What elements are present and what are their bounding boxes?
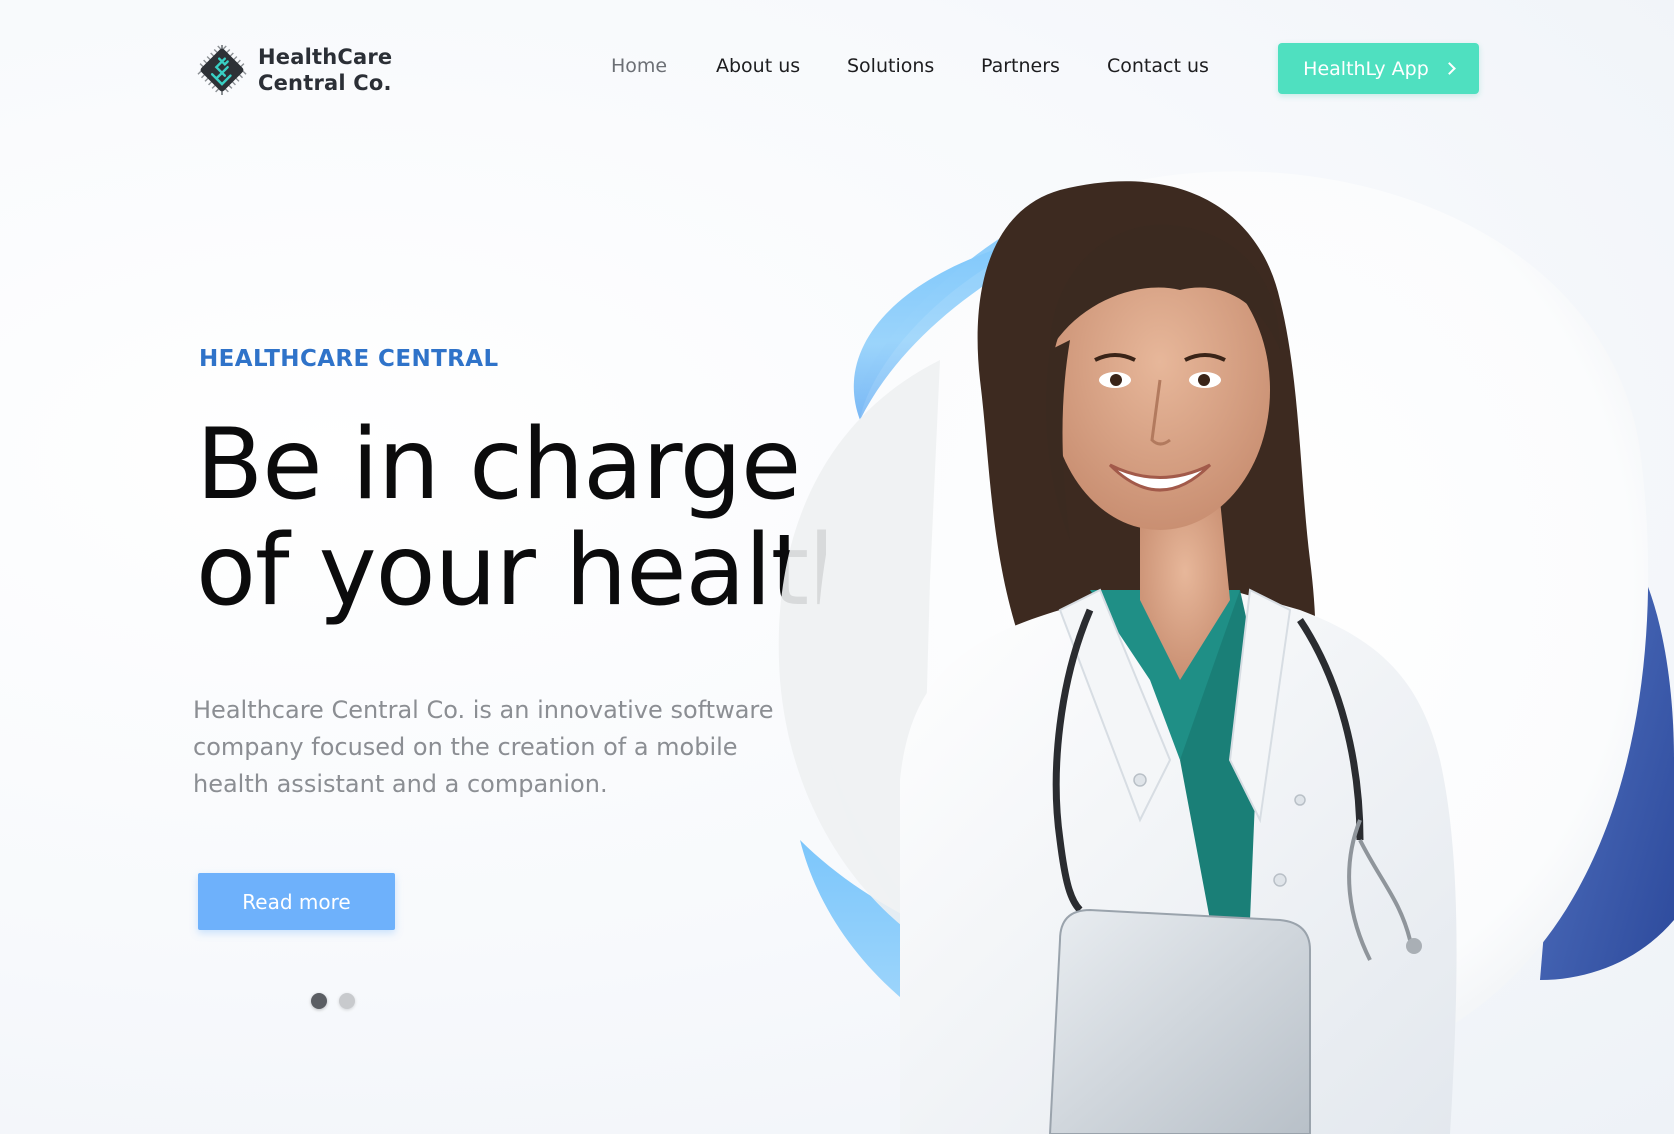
circuit-chip-logo-icon	[194, 42, 250, 98]
nav-item-solutions[interactable]: Solutions	[847, 55, 934, 77]
hero-eyebrow: HEALTHCARE CENTRAL	[199, 346, 499, 372]
brand-logo[interactable]: HealthCare Central Co.	[194, 42, 392, 98]
nav-item-home[interactable]: Home	[611, 55, 667, 77]
landing-page: HealthCare Central Co. Home About us Sol…	[0, 0, 1674, 1134]
brand-name: HealthCare Central Co.	[258, 44, 392, 96]
healthly-app-button[interactable]: HealthLy App	[1278, 43, 1479, 94]
chevron-right-icon	[1442, 62, 1456, 75]
site-header: HealthCare Central Co. Home About us Sol…	[0, 0, 1674, 140]
hero-image	[760, 120, 1674, 1134]
nav-item-about-us[interactable]: About us	[716, 55, 800, 77]
healthly-app-label: HealthLy App	[1303, 57, 1429, 80]
brand-name-line1: HealthCare	[258, 45, 393, 69]
slider-dot-1[interactable]	[311, 993, 327, 1009]
nav-item-partners[interactable]: Partners	[981, 55, 1060, 77]
slider-dots	[311, 993, 355, 1009]
nav-item-contact-us[interactable]: Contact us	[1107, 55, 1209, 77]
brand-name-line2: Central Co.	[258, 71, 392, 95]
slider-dot-2[interactable]	[339, 993, 355, 1009]
doctor-illustration	[778, 171, 1674, 1134]
hero-description: Healthcare Central Co. is an innovative …	[193, 696, 774, 798]
read-more-button[interactable]: Read more	[198, 873, 395, 930]
